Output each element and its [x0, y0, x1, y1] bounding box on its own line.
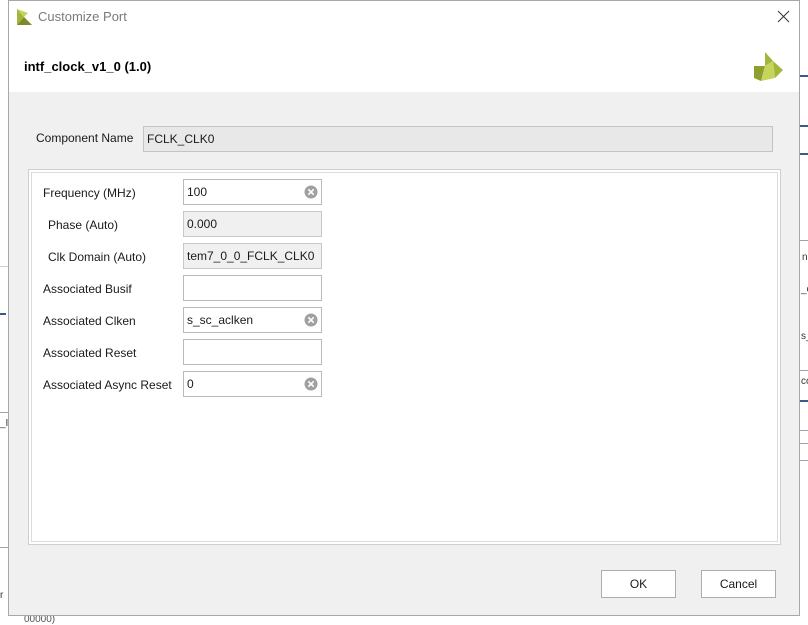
dialog-header: intf_clock_v1_0 (1.0) — [9, 32, 799, 92]
associated-busif-label: Associated Busif — [43, 282, 132, 296]
associated-reset-field[interactable] — [183, 339, 322, 365]
title-bar[interactable]: Customize Port — [9, 1, 799, 32]
phase-label: Phase (Auto) — [48, 218, 119, 232]
bg-fragment: n — [802, 252, 808, 263]
bg-fragment: _c — [801, 284, 808, 295]
customize-port-dialog: Customize Port intf_clock_v1_0 (1.0) Com… — [8, 0, 800, 616]
bg-marker — [800, 153, 808, 155]
bg-marker — [800, 125, 808, 127]
associated-async-reset-label: Associated Async Reset — [43, 378, 172, 392]
associated-async-reset-field[interactable]: 0 — [183, 371, 322, 397]
associated-reset-label: Associated Reset — [43, 346, 137, 360]
parameters-panel-inner: Frequency (MHz) 100 Phase (Auto) 0.000 C… — [31, 172, 778, 542]
ip-title: intf_clock_v1_0 (1.0) — [24, 59, 152, 74]
bg-fragment: s_ — [801, 331, 808, 342]
parameters-panel: Frequency (MHz) 100 Phase (Auto) 0.000 C… — [28, 169, 781, 545]
bg-divider — [800, 240, 808, 241]
bg-marker — [800, 75, 808, 77]
bg-divider — [800, 430, 808, 431]
bg-divider — [800, 460, 808, 461]
phase-value: 0.000 — [187, 217, 218, 231]
associated-clken-field[interactable]: s_sc_aclken — [183, 307, 322, 333]
bg-divider — [800, 370, 808, 371]
clear-icon[interactable] — [304, 377, 318, 391]
frequency-field[interactable]: 100 — [183, 179, 322, 205]
close-icon[interactable] — [771, 5, 795, 27]
clk-domain-value: tem7_0_0_FCLK_CLK0 — [187, 249, 315, 263]
ok-button[interactable]: OK — [601, 570, 676, 598]
frequency-value: 100 — [187, 185, 208, 199]
clear-icon[interactable] — [304, 313, 318, 327]
component-name-label: Component Name — [36, 131, 134, 145]
clk-domain-field: tem7_0_0_FCLK_CLK0 — [183, 243, 322, 269]
clear-icon[interactable] — [304, 185, 318, 199]
phase-field: 0.000 — [183, 211, 322, 237]
frequency-label: Frequency (MHz) — [43, 186, 136, 200]
associated-clken-value: s_sc_aclken — [187, 313, 254, 327]
xilinx-logo-icon — [754, 52, 783, 81]
bg-marker — [0, 313, 6, 315]
bg-marker — [800, 400, 808, 402]
bg-fragment: r — [0, 590, 4, 601]
component-name-field[interactable]: FCLK_CLK0 — [143, 126, 773, 152]
associated-busif-field[interactable] — [183, 275, 322, 301]
vivado-logo-icon — [17, 9, 32, 25]
associated-clken-label: Associated Clken — [43, 314, 136, 328]
bg-divider — [0, 412, 8, 413]
bg-divider — [0, 266, 8, 267]
window-title: Customize Port — [38, 9, 127, 24]
cancel-button[interactable]: Cancel — [701, 570, 776, 598]
bg-divider — [800, 443, 808, 444]
associated-async-reset-value: 0 — [187, 377, 194, 391]
bg-divider — [0, 547, 8, 548]
clk-domain-label: Clk Domain (Auto) — [48, 250, 147, 264]
bg-fragment: cc — [801, 376, 808, 387]
